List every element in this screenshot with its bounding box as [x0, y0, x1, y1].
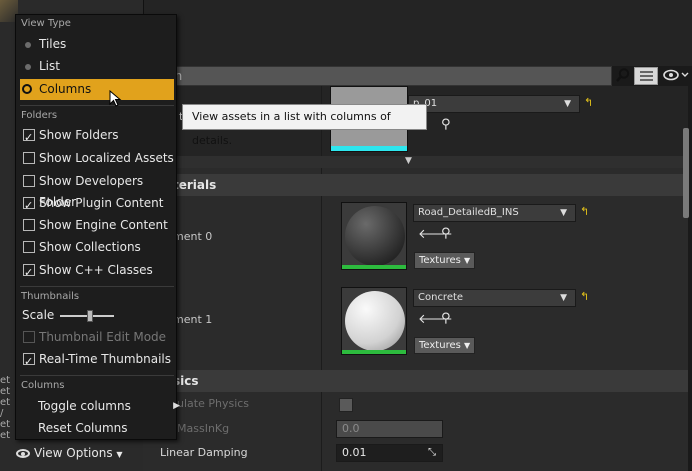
checkbox-checked-icon: [23, 195, 35, 216]
eye-glyph: [663, 69, 689, 81]
radio-icon: [25, 64, 31, 70]
menu-item-show-folders[interactable]: Show Folders: [20, 125, 174, 148]
search-icon[interactable]: [614, 67, 632, 85]
element-0-material-combo[interactable]: Road_DetailedB_INS ▼: [413, 204, 576, 222]
element-1-textures-button[interactable]: Textures ▼: [414, 337, 476, 354]
reset-to-default-icon[interactable]: ↰: [580, 290, 589, 303]
element-1-thumbnail[interactable]: [341, 287, 407, 355]
checkbox-checked-icon: [23, 351, 35, 372]
scale-slider-handle[interactable]: [86, 310, 93, 322]
checkbox-unchecked-icon: [23, 152, 35, 164]
list-line: [640, 71, 653, 73]
eye-icon[interactable]: [662, 67, 692, 85]
asset-type-bar: [331, 146, 407, 151]
element-1-label: ment 1: [173, 313, 213, 326]
chevron-down-icon: ▼: [116, 450, 123, 459]
menu-item-tiles[interactable]: Tiles: [20, 34, 174, 55]
thumbnails-header: Thumbnails: [21, 291, 80, 302]
radio-icon: [25, 42, 31, 48]
checkbox-unchecked-icon: [23, 331, 35, 343]
mouse-cursor-icon: [109, 89, 123, 108]
menu-separator: [20, 105, 174, 106]
list-line: [640, 79, 653, 81]
chevron-down-icon: ▼: [560, 293, 567, 303]
simulate-physics-checkbox[interactable]: [339, 398, 353, 412]
linear-damping-field[interactable]: 0.01 ⤡: [336, 444, 443, 462]
view-type-header: View Type: [21, 18, 71, 29]
checkbox-unchecked-icon: [23, 219, 35, 231]
drag-resize-icon: ⤡: [428, 447, 436, 458]
scale-label: Scale: [22, 308, 55, 322]
column-divider: [321, 86, 322, 386]
columns-header: Columns: [21, 380, 65, 391]
list-view-toggle-icon[interactable]: [634, 67, 658, 85]
menu-separator: [20, 375, 174, 376]
chevron-down-icon: ▼: [564, 99, 571, 109]
browse-icon[interactable]: ⚲: [441, 311, 451, 326]
material-type-bar: [342, 265, 406, 269]
menu-item-show-developers-folder[interactable]: Show Developers Folder: [20, 171, 174, 209]
menu-item-list[interactable]: List: [20, 56, 174, 77]
chevron-down-icon: ▼: [464, 256, 471, 265]
menu-item-show-localized-assets[interactable]: Show Localized Assets: [20, 148, 174, 169]
radio-icon: [22, 84, 32, 94]
view-options-button[interactable]: View Options ▼: [16, 441, 141, 465]
mass-label: MassInKg: [177, 422, 230, 435]
simulate-physics-label: ulate Physics: [177, 397, 250, 410]
submenu-arrow-icon: ▶: [173, 401, 180, 411]
checkbox-checked-icon: [23, 262, 35, 283]
element-0-textures-button[interactable]: Textures ▼: [414, 252, 476, 269]
menu-item-real-time-thumbnails[interactable]: Real-Time Thumbnails: [20, 349, 174, 372]
menu-item-reset-columns[interactable]: Reset Columns: [20, 418, 174, 439]
element-1-material-combo[interactable]: Concrete ▼: [413, 289, 576, 307]
linear-damping-label: Linear Damping: [160, 446, 248, 459]
search-input[interactable]: [160, 66, 612, 86]
checkbox-unchecked-icon: [23, 241, 35, 253]
menu-item-show-collections[interactable]: Show Collections: [20, 237, 174, 258]
material-sphere-light: [345, 291, 405, 351]
cursor-glyph: [109, 89, 122, 107]
menu-item-show-plugin-content[interactable]: Show Plugin Content: [20, 193, 174, 216]
column-divider: [321, 392, 322, 471]
browse-icon[interactable]: ⚲: [441, 226, 451, 241]
material-sphere-dark: [345, 206, 405, 266]
material-type-bar: [342, 350, 406, 354]
chevron-down-icon: ▼: [560, 208, 567, 218]
folders-header: Folders: [21, 110, 58, 121]
browse-icon[interactable]: ⚲: [441, 117, 451, 132]
list-line: [640, 75, 653, 77]
chevron-down-icon: ▼: [464, 341, 471, 350]
magnifier-glyph: [616, 68, 630, 82]
menu-separator: [20, 286, 174, 287]
view-options-menu: View Type Tiles List Columns Folders Sho…: [15, 14, 180, 440]
checkbox-unchecked-icon: [23, 175, 35, 187]
top-asset-combo[interactable]: p_01▼: [408, 95, 580, 113]
element-0-label: ment 0: [173, 230, 213, 243]
menu-item-show-cpp-classes[interactable]: Show C++ Classes: [20, 260, 174, 283]
reset-to-default-icon[interactable]: ↰: [584, 96, 593, 109]
eye-icon: [16, 449, 30, 458]
menu-item-toggle-columns[interactable]: Toggle columns ▶: [20, 396, 180, 417]
checkbox-checked-icon: [23, 127, 35, 148]
element-0-thumbnail[interactable]: [341, 202, 407, 270]
physics-section-header[interactable]: sics: [143, 370, 688, 392]
menu-item-thumbnail-edit-mode: Thumbnail Edit Mode: [20, 327, 174, 348]
expand-arrow-icon: ▼: [405, 156, 412, 166]
expand-row[interactable]: ▼: [143, 156, 688, 168]
top-toolbar-area: [143, 0, 692, 66]
mass-field[interactable]: 0.0: [336, 420, 443, 438]
materials-section-header[interactable]: terials: [143, 174, 688, 196]
reset-to-default-icon[interactable]: ↰: [580, 205, 589, 218]
thumbnail-scale-row: Scale: [20, 305, 174, 326]
menu-item-columns[interactable]: Columns: [20, 79, 174, 100]
menu-item-show-engine-content[interactable]: Show Engine Content: [20, 215, 174, 236]
columns-tooltip: View assets in a list with columns of de…: [182, 104, 427, 147]
details-scrollbar-thumb[interactable]: [683, 128, 689, 218]
